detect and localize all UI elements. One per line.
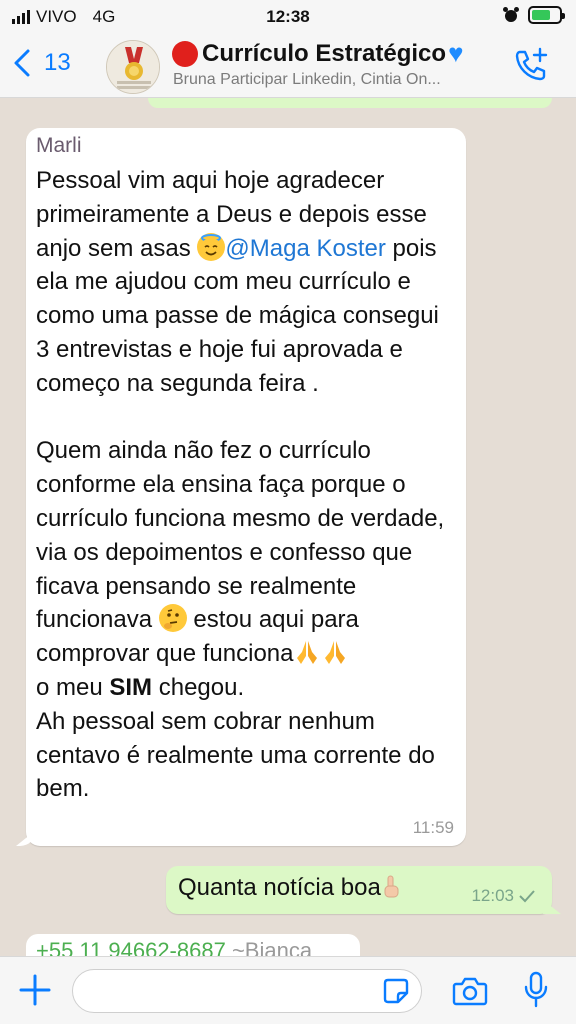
back-button[interactable]: 13	[12, 48, 71, 78]
status-right	[502, 6, 565, 24]
outgoing-text: Quanta notícia boa	[178, 874, 401, 902]
mention-link[interactable]: @Maga Koster	[225, 235, 385, 262]
outgoing-message[interactable]: Quanta notícia boa 12:03	[166, 866, 552, 914]
battery-fill	[532, 10, 551, 20]
folded-hands-emoji-icon	[325, 641, 346, 665]
battery-icon	[528, 6, 565, 24]
plus-icon[interactable]	[18, 973, 52, 1007]
outgoing-text-content: Quanta notícia boa	[178, 874, 381, 901]
message-bold-sim: SIM	[109, 673, 153, 701]
message-timestamp: 11:59	[412, 818, 454, 837]
outgoing-timestamp: 12:03	[471, 886, 536, 906]
incoming-message[interactable]: Marli Pessoal vim aqui hoje agradecer pr…	[26, 128, 466, 846]
group-title-text: Currículo Estratégico	[202, 39, 447, 67]
sticker-icon[interactable]	[382, 977, 410, 1005]
status-time: 12:38	[266, 7, 310, 26]
message-input-bar	[0, 956, 576, 1024]
medal-icon	[107, 41, 159, 93]
alarm-icon	[503, 7, 519, 22]
next-sender-name: ~Bianca	[231, 938, 313, 956]
next-sender-phone[interactable]: +55 11 94662-8687	[36, 938, 226, 956]
check-icon	[519, 890, 535, 903]
camera-icon[interactable]	[452, 975, 488, 1007]
blue-heart-icon: ♥	[448, 38, 464, 68]
message-input[interactable]	[72, 969, 422, 1013]
chat-header: 13 Currículo Estratégico ♥ Bruna Partici…	[0, 34, 576, 98]
pointing-up-emoji-icon	[384, 875, 399, 898]
previous-message-bubble[interactable]	[148, 98, 552, 108]
group-avatar[interactable]	[106, 40, 160, 94]
group-title[interactable]: Currículo Estratégico ♥	[172, 38, 464, 69]
chevron-left-icon	[14, 49, 30, 77]
group-members: Bruna Participar Linkedin, Cintia On...	[173, 71, 441, 88]
message-paragraph-3b: chegou.	[152, 673, 245, 701]
thinking-face-emoji-icon	[158, 604, 187, 633]
status-bar: VIVO 4G 12:38	[0, 0, 576, 34]
message-paragraph-3a: o meu	[36, 673, 110, 701]
next-message-preview[interactable]: +55 11 94662-8687 ~Bianca	[26, 934, 360, 956]
message-text: Pessoal vim aqui hoje agradecer primeira…	[36, 164, 456, 806]
message-sender[interactable]: Marli	[36, 134, 456, 158]
red-circle-icon	[172, 40, 198, 67]
add-call-icon[interactable]	[512, 46, 550, 84]
unread-count: 13	[44, 49, 71, 76]
folded-hands-emoji-icon	[297, 641, 318, 665]
outgoing-time: 12:03	[471, 886, 514, 905]
smiling-angel-emoji-icon	[197, 232, 226, 261]
message-paragraph-4: Ah pessoal sem cobrar nenhum centavo é r…	[36, 707, 435, 803]
message-paragraph-2a: Quem ainda não fez o currículo conforme …	[36, 437, 445, 634]
chat-area[interactable]: Marli Pessoal vim aqui hoje agradecer pr…	[0, 98, 576, 956]
microphone-icon[interactable]	[522, 971, 550, 1009]
